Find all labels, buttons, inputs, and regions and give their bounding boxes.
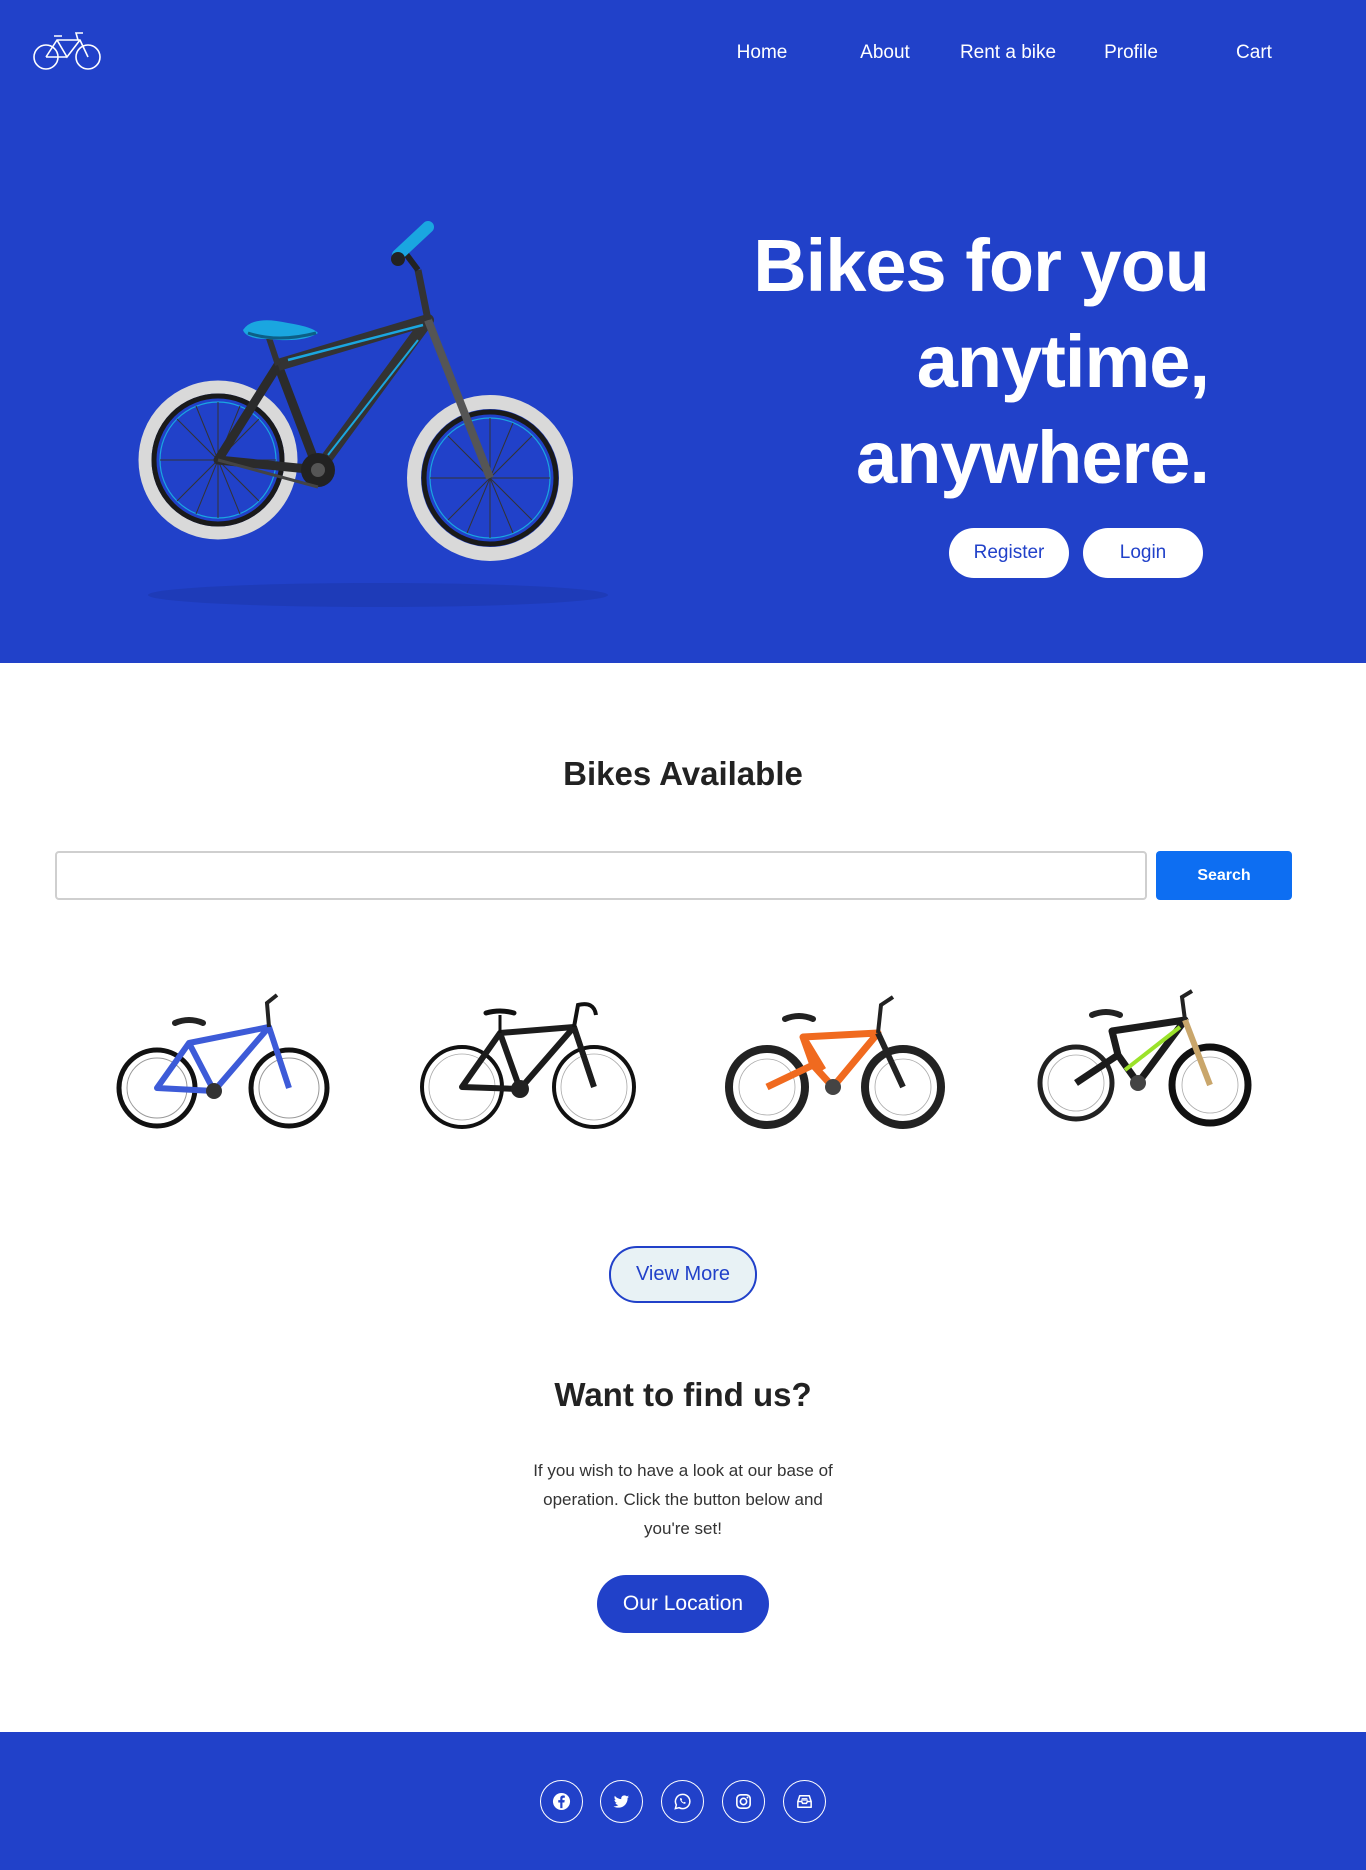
bike-card-4[interactable] xyxy=(1030,975,1255,1145)
black-road-bike-image xyxy=(420,1002,636,1129)
nav-item-rent-a-bike[interactable]: Rent a bike xyxy=(960,42,1056,64)
mail-inbox-icon[interactable] xyxy=(783,1780,826,1823)
find-us-title: Want to find us? xyxy=(554,1376,812,1413)
our-location-button[interactable]: Our Location xyxy=(597,1575,769,1633)
search-button[interactable]: Search xyxy=(1156,851,1292,900)
main-nav: Home About Rent a bike Profile Cart xyxy=(0,42,1366,68)
nav-item-home[interactable]: Home xyxy=(737,42,788,64)
bike-card-3[interactable] xyxy=(723,975,948,1145)
hero-title: Bikes for you anytime, anywhere. xyxy=(609,218,1210,506)
view-more-button[interactable]: View More xyxy=(609,1246,757,1303)
instagram-icon[interactable] xyxy=(722,1780,765,1823)
footer xyxy=(0,1732,1366,1870)
bike-card-2[interactable] xyxy=(416,975,641,1145)
orange-mountain-bike-image xyxy=(725,995,945,1129)
nav-item-cart[interactable]: Cart xyxy=(1236,42,1272,64)
twitter-icon[interactable] xyxy=(600,1780,643,1823)
bike-card-1[interactable] xyxy=(109,975,334,1145)
blue-kids-bike-image xyxy=(116,993,330,1129)
find-us-description: If you wish to have a look at our base o… xyxy=(533,1461,833,1538)
bikes-available-title: Bikes Available xyxy=(563,755,803,792)
search-input[interactable] xyxy=(55,851,1147,900)
nav-item-profile[interactable]: Profile xyxy=(1104,42,1158,64)
green-mountain-bike-image xyxy=(1037,989,1252,1127)
whatsapp-icon[interactable] xyxy=(661,1780,704,1823)
register-button[interactable]: Register xyxy=(949,528,1069,578)
login-button[interactable]: Login xyxy=(1083,528,1203,578)
facebook-icon[interactable] xyxy=(540,1780,583,1823)
hero-title-line-3: anywhere. xyxy=(856,416,1210,499)
hero-title-line-1: Bikes for you xyxy=(753,224,1210,307)
hero-bike-image xyxy=(138,221,608,607)
nav-item-about[interactable]: About xyxy=(860,42,910,64)
hero-title-line-2: anytime, xyxy=(916,320,1210,403)
hero-section: Home About Rent a bike Profile Cart Bike… xyxy=(0,0,1366,663)
